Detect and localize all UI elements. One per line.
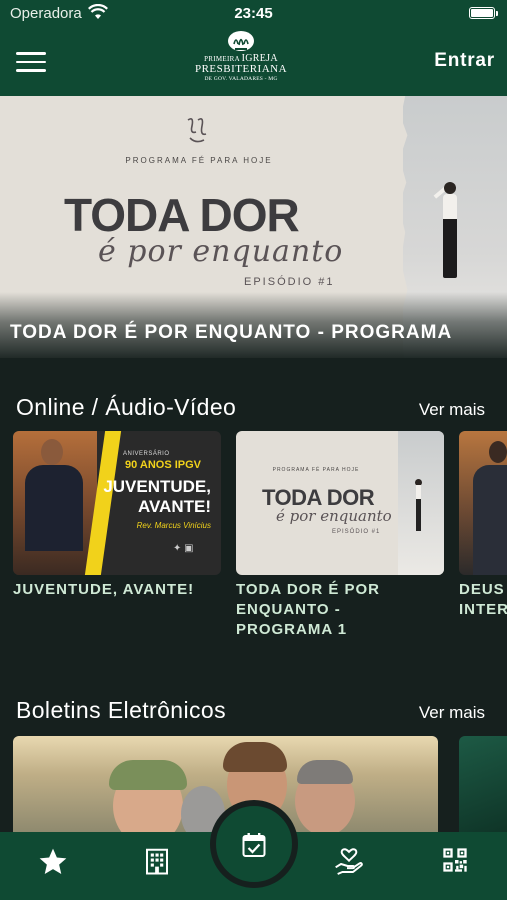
figure-body (416, 485, 421, 531)
figure-head (444, 182, 456, 194)
clock: 23:45 (234, 5, 273, 22)
logo-line1-small: PRIMEIRA (204, 55, 240, 63)
media-card-title-line1: TODA DOR É POR (236, 581, 381, 598)
photo-hair (297, 760, 353, 784)
tab-church[interactable] (137, 846, 177, 882)
tab-donations[interactable] (329, 846, 369, 882)
bulletin-card[interactable] (459, 736, 507, 832)
media-card-title[interactable]: TODA DOR É POR ENQUANTO - PROGRAMA 1 (236, 580, 380, 640)
hero-episode: EPISÓDIO #1 (244, 276, 335, 288)
thumb-headline: JUVENTUDE, AVANTE! (103, 477, 211, 517)
thumb-program: PROGRAMA FÉ PARA HOJE (272, 467, 360, 473)
tab-qr-code[interactable] (435, 846, 475, 882)
tab-agenda[interactable] (210, 800, 298, 888)
thumb-script-title: é por enquanto (276, 507, 392, 525)
logo-line3: DE GOV. VALADARES - MG (204, 76, 278, 82)
thumb-episode: EPISÓDIO #1 (332, 529, 381, 535)
menu-line-icon (16, 60, 46, 63)
calendar-check-icon (242, 833, 266, 857)
bulletins-see-more-link[interactable]: Ver mais (419, 703, 485, 723)
tab-favorites[interactable] (33, 846, 73, 882)
media-card-deus[interactable] (459, 431, 507, 575)
online-see-more-link[interactable]: Ver mais (419, 400, 485, 420)
figure-body (443, 194, 457, 278)
login-button[interactable]: Entrar (434, 50, 495, 72)
menu-line-icon (16, 69, 46, 72)
church-logo: PRIMEIRA IGREJA PRESBITERIANA DE GOV. VA… (192, 30, 290, 94)
thumb-headline-line2: AVANTE! (137, 497, 211, 516)
speaker-body (25, 465, 83, 551)
hero-program-name: PROGRAMA FÉ PARA HOJE (125, 156, 273, 165)
bulletins-section-title: Boletins Eletrônicos (16, 697, 226, 723)
hero-script-title: é por enquanto (98, 234, 344, 269)
media-card-toda-dor[interactable]: PROGRAMA FÉ PARA HOJE TODA DOR é por enq… (236, 431, 444, 575)
online-section-title: Online / Áudio-Vídeo (16, 394, 237, 420)
thumb-photo (398, 431, 444, 575)
program-monogram-icon (187, 118, 207, 143)
photo-flower-crown (109, 760, 187, 790)
logo-line2: PRESBITERIANA (194, 63, 288, 75)
anniversary-years: 90 ANOS IPGV (125, 459, 202, 471)
app-header: Operadora 23:45 PRIMEIRA IGREJA PRESBITE… (0, 0, 507, 96)
media-card-title[interactable]: DEUS INTER (459, 580, 507, 620)
star-icon (39, 848, 67, 874)
media-card-juventude[interactable]: ANIVERSÁRIO 90 ANOS IPGV JUVENTUDE, AVAN… (13, 431, 221, 575)
hero-big-title: TODA DOR (64, 189, 300, 241)
media-card-title-line2: INTER (459, 601, 507, 618)
church-mark-icon: ✦ ▣ (173, 543, 194, 554)
hand-heart-icon (335, 848, 363, 875)
thumb-headline-line1: JUVENTUDE, (103, 477, 211, 496)
speaker-head (489, 441, 507, 463)
status-bar: Operadora 23:45 (0, 0, 507, 28)
battery-icon (469, 7, 498, 19)
anniversary-label: ANIVERSÁRIO (123, 451, 170, 457)
speaker-body (473, 465, 507, 575)
hero-caption: TODA DOR É POR ENQUANTO - PROGRAMA (10, 322, 453, 343)
hamburger-menu-button[interactable] (16, 52, 46, 72)
photo-hair (223, 742, 287, 772)
building-icon (146, 848, 168, 875)
thumb-speaker: Rev. Marcus Vinícius (136, 521, 211, 530)
qr-code-icon (443, 848, 467, 872)
speaker-head (41, 439, 63, 465)
menu-line-icon (16, 52, 46, 55)
hero-banner[interactable]: PROGRAMA FÉ PARA HOJE TODA DOR é por enq… (0, 96, 507, 358)
media-card-title[interactable]: JUVENTUDE, AVANTE! (13, 580, 194, 600)
burning-bush-icon (228, 31, 254, 51)
media-card-title-line2: ENQUANTO - (236, 601, 341, 618)
media-card-title-line3: PROGRAMA 1 (236, 621, 348, 638)
media-card-title-line1: DEUS (459, 581, 505, 598)
